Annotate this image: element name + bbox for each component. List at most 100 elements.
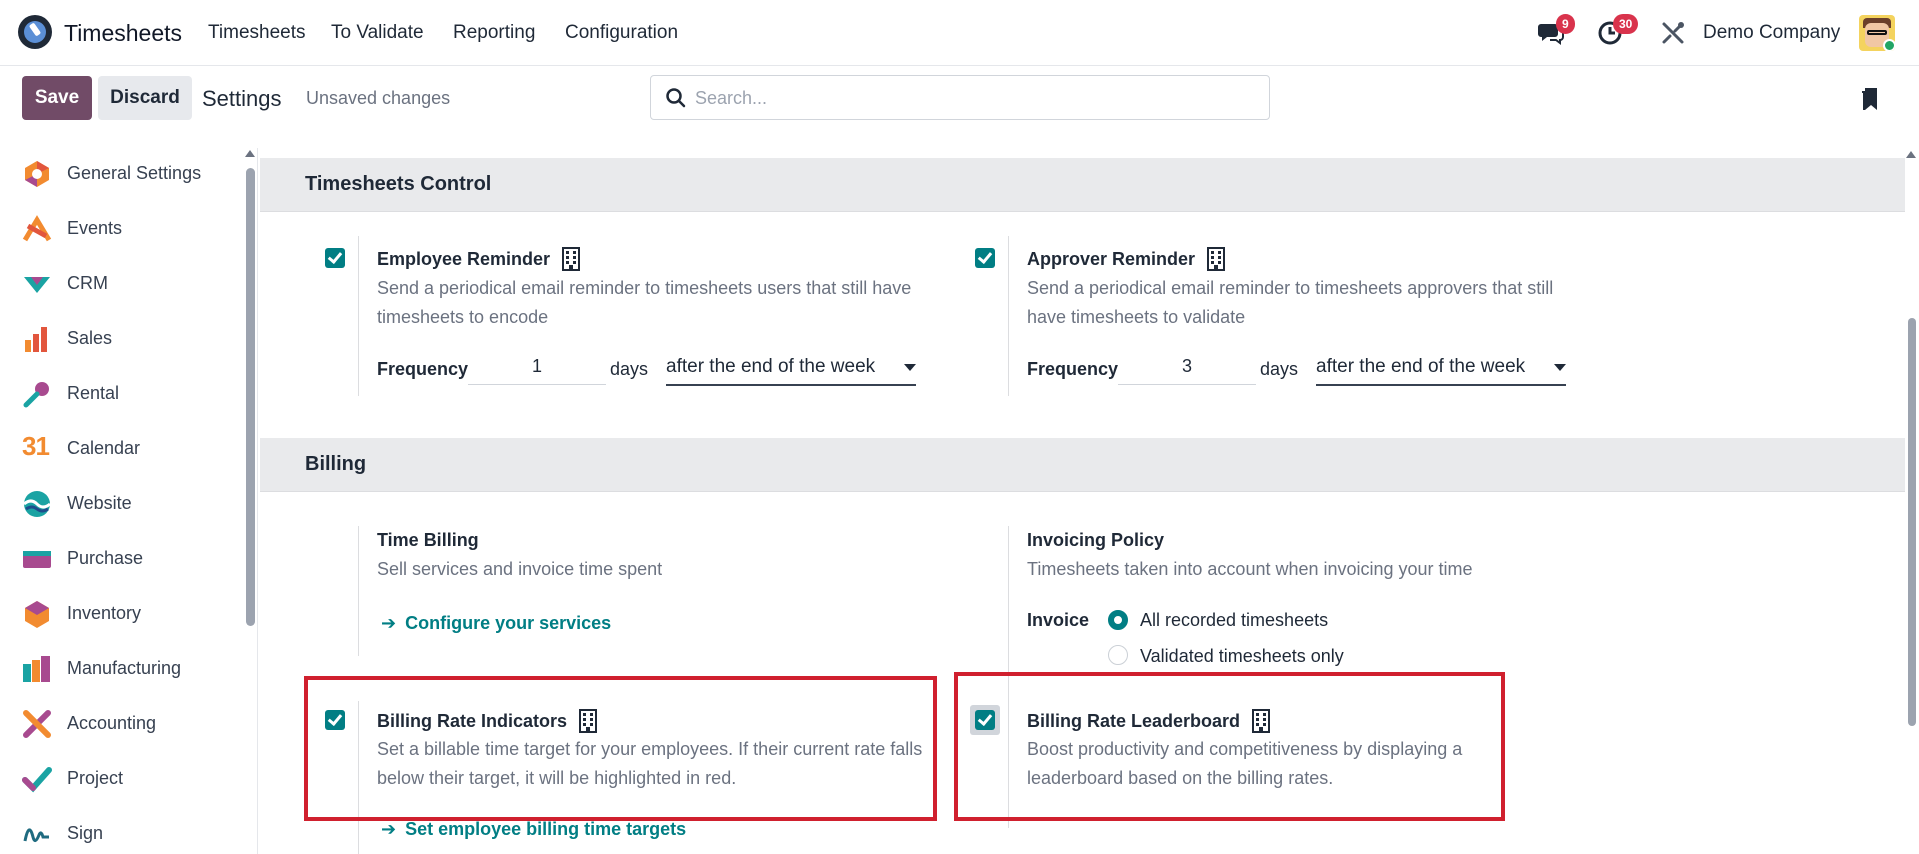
user-avatar[interactable]: [1859, 15, 1895, 51]
radio-label: All recorded timesheets: [1140, 610, 1329, 630]
menu-reporting[interactable]: Reporting: [453, 22, 535, 44]
highlight-box-indicators: [304, 676, 937, 821]
approver-frequency-input[interactable]: 3: [1118, 351, 1256, 385]
app-title[interactable]: Timesheets: [64, 20, 182, 47]
activities-badge: 30: [1613, 14, 1639, 34]
sidebar-item-sign[interactable]: Sign: [22, 813, 242, 853]
frequency-label: Frequency: [1027, 359, 1119, 379]
company-switcher[interactable]: Demo Company: [1703, 22, 1840, 44]
app-logo-icon[interactable]: [18, 15, 52, 49]
settings-content: Timesheets Control Employee Reminder Sen…: [260, 148, 1905, 854]
search-input[interactable]: [695, 86, 1255, 110]
radio-validated-timesheets-only[interactable]: [1108, 645, 1128, 665]
frequency-unit: days: [1260, 359, 1299, 379]
employee-period-select[interactable]: after the end of the week: [666, 352, 916, 386]
time-billing-description: Sell services and invoice time spent: [377, 559, 663, 579]
link-label: Configure your services: [405, 613, 612, 633]
unsaved-status: Unsaved changes: [306, 88, 451, 108]
calendar-icon: 31: [22, 431, 50, 461]
radio-label: Validated timesheets only: [1140, 646, 1344, 666]
debug-tools-icon[interactable]: [1660, 20, 1686, 51]
employee-reminder-checkbox[interactable]: [325, 248, 345, 268]
configure-services-link[interactable]: ➔ Configure your services: [381, 613, 611, 634]
sidebar-item-accounting[interactable]: Accounting: [22, 703, 242, 743]
project-icon: [22, 767, 52, 793]
selected-value: after the end of the week: [1316, 356, 1526, 377]
crm-icon: [24, 277, 50, 293]
general-settings-icon: [25, 161, 49, 187]
sales-icon: [25, 327, 47, 352]
sidebar-item-manufacturing[interactable]: Manufacturing: [22, 648, 242, 688]
employee-reminder-title: Employee Reminder: [377, 249, 551, 269]
arrow-right-icon: ➔: [381, 819, 397, 839]
menu-configuration[interactable]: Configuration: [565, 22, 678, 44]
approver-reminder-checkbox[interactable]: [975, 248, 995, 268]
content-scrollbar-thumb[interactable]: [1908, 318, 1916, 726]
chevron-down-icon: [1554, 364, 1566, 371]
sidebar-item-label: Accounting: [67, 713, 157, 733]
sidebar-item-purchase[interactable]: Purchase: [22, 538, 242, 578]
section-header-timesheets-control: Timesheets Control: [260, 158, 1905, 212]
sidebar-item-calendar[interactable]: 31 Calendar: [22, 428, 242, 468]
purchase-icon: [23, 551, 51, 568]
arrow-right-icon: ➔: [381, 613, 397, 633]
sidebar-item-sales[interactable]: Sales: [22, 318, 242, 358]
section-title: Billing: [305, 453, 367, 475]
settings-sidebar: General Settings Events CRM Sales Rental…: [0, 148, 258, 854]
company-building-icon: [562, 247, 580, 271]
sidebar-item-general-settings[interactable]: General Settings: [22, 153, 242, 193]
control-panel: Save Discard Settings Unsaved changes: [0, 66, 1919, 128]
divider: [1008, 236, 1009, 396]
sidebar-item-label: Purchase: [67, 548, 144, 568]
accounting-icon: [23, 710, 51, 738]
sidebar-item-crm[interactable]: CRM: [22, 263, 242, 303]
search-icon: [666, 88, 686, 108]
approver-reminder-description: Send a periodical email reminder to time…: [1027, 278, 1554, 327]
sidebar-scrollbar-thumb[interactable]: [246, 168, 255, 626]
sidebar-item-rental[interactable]: Rental: [22, 373, 242, 413]
set-billing-targets-link[interactable]: ➔ Set employee billing time targets: [381, 819, 686, 840]
employee-frequency-input[interactable]: 1: [468, 351, 606, 385]
sidebar-item-label: Rental: [67, 383, 120, 403]
section-title: Timesheets Control: [305, 173, 492, 195]
invoicing-policy-description: Timesheets taken into account when invoi…: [1027, 559, 1473, 579]
radio-all-recorded-timesheets[interactable]: [1108, 610, 1128, 630]
sidebar-item-project[interactable]: Project: [22, 758, 242, 798]
sidebar-item-events[interactable]: Events: [22, 208, 242, 248]
sidebar-item-label: Sign: [67, 823, 104, 843]
sidebar-item-label: Manufacturing: [67, 658, 182, 678]
menu-to-validate[interactable]: To Validate: [331, 22, 424, 44]
sidebar-item-label: Project: [67, 768, 124, 788]
rental-icon: [23, 382, 49, 408]
online-status-dot: [1883, 39, 1895, 51]
search-box[interactable]: [650, 75, 1270, 120]
top-navbar: Timesheets Timesheets To Validate Report…: [0, 0, 1919, 66]
employee-reminder-description: Send a periodical email reminder to time…: [377, 278, 912, 327]
scroll-up-arrow-icon[interactable]: [1906, 151, 1916, 158]
sidebar-item-inventory[interactable]: Inventory: [22, 593, 242, 633]
chevron-down-icon: [904, 364, 916, 371]
menu-timesheets[interactable]: Timesheets: [208, 22, 306, 44]
website-icon: [23, 491, 51, 517]
invoicing-policy-title: Invoicing Policy: [1027, 530, 1165, 550]
sidebar-item-label: Website: [67, 493, 132, 513]
sidebar-item-label: Sales: [67, 328, 113, 348]
sign-icon: [23, 828, 49, 842]
approver-reminder-title: Approver Reminder: [1027, 249, 1196, 269]
sidebar-item-label: Inventory: [67, 603, 142, 623]
company-building-icon: [1207, 247, 1225, 271]
section-header-billing: Billing: [260, 438, 1905, 492]
frequency-unit: days: [610, 359, 649, 379]
bookmark-icon[interactable]: [1860, 86, 1880, 112]
time-billing-title: Time Billing: [377, 530, 479, 550]
discard-button[interactable]: Discard: [98, 76, 192, 120]
sidebar-item-label: CRM: [67, 273, 108, 293]
save-button[interactable]: Save: [22, 76, 92, 120]
approver-period-select[interactable]: after the end of the week: [1316, 352, 1566, 386]
inventory-icon: [25, 601, 49, 628]
scroll-up-arrow-icon[interactable]: [245, 150, 255, 157]
invoice-label: Invoice: [1027, 610, 1090, 630]
sidebar-item-label: Events: [67, 218, 123, 238]
sidebar-item-website[interactable]: Website: [22, 483, 242, 523]
sidebar-item-label: General Settings: [67, 163, 202, 183]
